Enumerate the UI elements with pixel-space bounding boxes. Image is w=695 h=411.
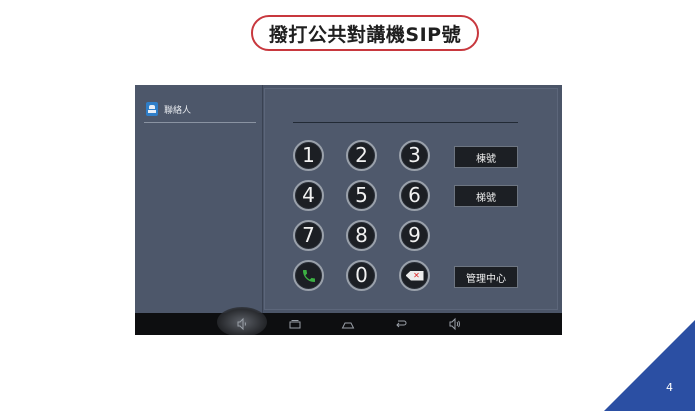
- contacts-divider: [144, 122, 256, 123]
- key-2[interactable]: 2: [346, 140, 377, 171]
- key-3[interactable]: 3: [399, 140, 430, 171]
- volume-down-icon[interactable]: [235, 317, 249, 331]
- contacts-header[interactable]: 聯絡人: [146, 102, 191, 116]
- key-3-label: 3: [408, 143, 421, 167]
- recent-apps-icon[interactable]: [288, 317, 302, 331]
- backspace-icon: ✕: [405, 270, 424, 281]
- corner-decoration: [604, 320, 695, 411]
- call-button[interactable]: [293, 260, 324, 291]
- elevator-button[interactable]: 梯號: [454, 185, 518, 207]
- key-6-label: 6: [408, 183, 421, 207]
- key-5[interactable]: 5: [346, 180, 377, 211]
- home-icon[interactable]: [341, 317, 355, 331]
- building-button[interactable]: 棟號: [454, 146, 518, 168]
- key-0[interactable]: 0: [346, 260, 377, 291]
- number-display: [293, 122, 518, 123]
- key-9[interactable]: 9: [399, 220, 430, 251]
- key-1[interactable]: 1: [293, 140, 324, 171]
- key-9-label: 9: [408, 223, 421, 247]
- key-5-label: 5: [355, 183, 368, 207]
- contacts-icon: [146, 102, 158, 116]
- key-6[interactable]: 6: [399, 180, 430, 211]
- key-1-label: 1: [302, 143, 315, 167]
- contacts-panel: 聯絡人: [135, 85, 263, 313]
- key-0-label: 0: [355, 263, 368, 287]
- key-2-label: 2: [355, 143, 368, 167]
- key-4[interactable]: 4: [293, 180, 324, 211]
- key-4-label: 4: [302, 183, 315, 207]
- page-number: 4: [666, 381, 673, 394]
- key-8-label: 8: [355, 223, 368, 247]
- delete-button[interactable]: ✕: [399, 260, 430, 291]
- contacts-label: 聯絡人: [164, 105, 192, 116]
- intercom-screen: 聯絡人 1 2 3 4 5 6 7 8 9 0 ✕ 棟號 梯號 管理中心: [135, 85, 562, 335]
- key-7[interactable]: 7: [293, 220, 324, 251]
- key-7-label: 7: [302, 223, 315, 247]
- management-center-button[interactable]: 管理中心: [454, 266, 518, 288]
- volume-up-icon[interactable]: [447, 317, 461, 331]
- navigation-bar: [135, 307, 562, 335]
- phone-icon: [302, 269, 315, 282]
- slide-title: 撥打公共對講機SIP號: [251, 15, 479, 51]
- back-icon[interactable]: [394, 317, 408, 331]
- key-8[interactable]: 8: [346, 220, 377, 251]
